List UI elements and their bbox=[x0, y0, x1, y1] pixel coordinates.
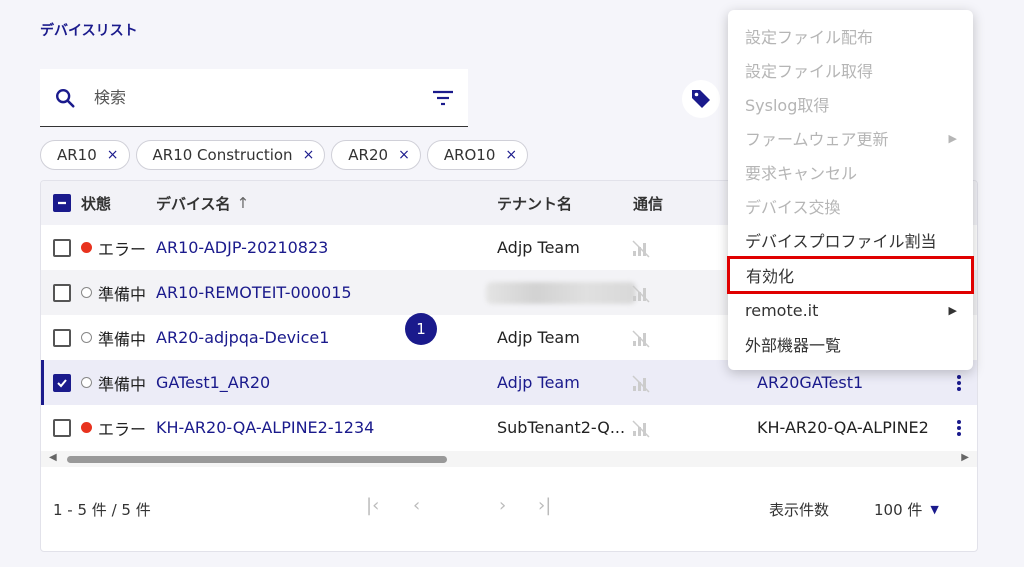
first-page-icon[interactable]: |‹ bbox=[366, 495, 379, 516]
menu-item-label: 設定ファイル取得 bbox=[745, 62, 874, 81]
signal-off-icon bbox=[631, 270, 651, 315]
tag-icon bbox=[692, 90, 710, 108]
menu-item-label: remote.it bbox=[745, 300, 819, 320]
sort-arrow-icon: ↑ bbox=[236, 194, 250, 212]
status-text: エラー bbox=[98, 419, 147, 439]
menu-item-external-devices[interactable]: 外部機器一覧 bbox=[728, 327, 973, 361]
signal-off-icon bbox=[631, 315, 651, 360]
context-menu: 設定ファイル配布 設定ファイル取得 Syslog取得 ファームウェア更新 ▶ 要求… bbox=[727, 10, 974, 370]
header-tenant[interactable]: テナント名 bbox=[497, 181, 572, 225]
filter-chips: AR10 × AR10 Construction × AR20 × ARO10 × bbox=[40, 140, 529, 170]
header-comm[interactable]: 通信 bbox=[633, 181, 663, 225]
chip-label: AR10 bbox=[57, 146, 97, 164]
signal-off-icon bbox=[631, 405, 651, 450]
chip-label: AR10 Construction bbox=[152, 146, 293, 164]
close-icon[interactable]: × bbox=[107, 147, 119, 163]
preparing-status-icon bbox=[81, 377, 92, 388]
search-bar bbox=[40, 69, 468, 127]
current-page-button[interactable]: 1 bbox=[405, 313, 437, 345]
menu-item-label: 外部機器一覧 bbox=[745, 336, 842, 355]
tenant-text: Adjp Team bbox=[497, 238, 580, 257]
tag-button[interactable] bbox=[682, 80, 720, 118]
chip-label: ARO10 bbox=[443, 146, 496, 164]
menu-item-assign-profile[interactable]: デバイスプロファイル割当 bbox=[728, 223, 973, 257]
status-text: 準備中 bbox=[98, 329, 147, 349]
next-page-icon[interactable]: › bbox=[499, 495, 506, 516]
filter-chip[interactable]: AR10 Construction × bbox=[135, 140, 326, 170]
horizontal-scrollbar[interactable]: ◀ ▶ bbox=[41, 451, 977, 467]
chip-label: AR20 bbox=[348, 146, 389, 164]
menu-item-distribute-config[interactable]: 設定ファイル配布 bbox=[728, 19, 973, 53]
menu-item-label: 有効化 bbox=[746, 267, 795, 286]
submenu-arrow-icon: ▶ bbox=[948, 131, 957, 145]
submenu-arrow-icon: ▶ bbox=[948, 303, 957, 317]
profile-text: KH-AR20-QA-ALPINE2 bbox=[757, 418, 929, 437]
device-link[interactable]: KH-AR20-QA-ALPINE2-1234 bbox=[156, 405, 374, 450]
error-status-icon bbox=[81, 242, 92, 253]
search-icon bbox=[56, 88, 75, 108]
scroll-right-icon[interactable]: ▶ bbox=[961, 452, 969, 463]
scrollbar-thumb[interactable] bbox=[67, 456, 447, 463]
header-device-name-label: デバイス名 bbox=[156, 194, 231, 213]
search-input[interactable] bbox=[94, 88, 432, 107]
filter-icon[interactable] bbox=[432, 90, 454, 106]
tenant-text: SubTenant2-Q... bbox=[497, 418, 626, 437]
row-checkbox[interactable] bbox=[53, 373, 71, 392]
menu-item-label: Syslog取得 bbox=[745, 96, 830, 115]
close-icon[interactable]: × bbox=[398, 147, 410, 163]
record-range: 1 - 5 件 / 5 件 bbox=[53, 501, 151, 519]
device-link[interactable]: GATest1_AR20 bbox=[156, 360, 270, 405]
tenant-link[interactable]: Adjp Team bbox=[497, 360, 580, 405]
menu-item-activate[interactable]: 有効化 bbox=[727, 256, 974, 294]
menu-item-label: 要求キャンセル bbox=[745, 164, 858, 183]
preparing-status-icon bbox=[81, 332, 92, 343]
device-link[interactable]: AR10-ADJP-20210823 bbox=[156, 225, 328, 270]
select-all-checkbox[interactable] bbox=[53, 194, 71, 212]
page-size-value: 100 件 bbox=[874, 501, 923, 519]
menu-item-label: ファームウェア更新 bbox=[745, 130, 889, 149]
scroll-left-icon[interactable]: ◀ bbox=[49, 452, 57, 463]
prev-page-icon[interactable]: ‹ bbox=[413, 495, 420, 516]
header-status[interactable]: 状態 bbox=[81, 181, 111, 225]
redacted-tenant bbox=[486, 281, 636, 304]
status-text: 準備中 bbox=[98, 284, 147, 304]
filter-chip[interactable]: AR10 × bbox=[40, 140, 130, 170]
device-link[interactable]: AR20-adjpqa-Device1 bbox=[156, 315, 329, 360]
page-size-label: 表示件数 bbox=[769, 501, 830, 519]
menu-item-syslog[interactable]: Syslog取得 bbox=[728, 87, 973, 121]
filter-chip[interactable]: ARO10 × bbox=[426, 140, 529, 170]
row-checkbox[interactable] bbox=[53, 283, 71, 302]
menu-item-device-swap[interactable]: デバイス交換 bbox=[728, 189, 973, 223]
error-status-icon bbox=[81, 422, 92, 433]
caret-down-icon: ▼ bbox=[930, 503, 939, 516]
status-text: 準備中 bbox=[98, 374, 147, 394]
menu-item-get-config[interactable]: 設定ファイル取得 bbox=[728, 53, 973, 87]
page-size-select[interactable]: 100 件 ▼ bbox=[874, 499, 939, 520]
close-icon[interactable]: × bbox=[303, 147, 315, 163]
menu-item-firmware-update[interactable]: ファームウェア更新 ▶ bbox=[728, 121, 973, 155]
device-link[interactable]: AR10-REMOTEIT-000015 bbox=[156, 270, 352, 315]
row-checkbox[interactable] bbox=[53, 328, 71, 347]
more-vert-icon[interactable] bbox=[956, 405, 962, 450]
signal-off-icon bbox=[631, 360, 651, 405]
menu-item-remote-it[interactable]: remote.it ▶ bbox=[728, 293, 973, 327]
table-footer: 1 - 5 件 / 5 件 |‹ ‹ › ›| 表示件数 100 件 ▼ bbox=[41, 481, 977, 541]
filter-chip[interactable]: AR20 × bbox=[331, 140, 421, 170]
menu-item-cancel-request[interactable]: 要求キャンセル bbox=[728, 155, 973, 189]
menu-item-label: デバイスプロファイル割当 bbox=[745, 232, 937, 251]
table-row[interactable]: エラー KH-AR20-QA-ALPINE2-1234 SubTenant2-Q… bbox=[41, 405, 977, 450]
tenant-text: Adjp Team bbox=[497, 328, 580, 347]
preparing-status-icon bbox=[81, 287, 92, 298]
page-title: デバイスリスト bbox=[40, 23, 138, 39]
menu-item-label: デバイス交換 bbox=[745, 198, 841, 217]
header-device-name[interactable]: デバイス名 ↑ bbox=[156, 181, 249, 225]
menu-item-label: 設定ファイル配布 bbox=[745, 28, 874, 47]
row-checkbox[interactable] bbox=[53, 418, 71, 437]
row-checkbox[interactable] bbox=[53, 238, 71, 257]
status-text: エラー bbox=[98, 239, 147, 259]
close-icon[interactable]: × bbox=[505, 147, 517, 163]
signal-off-icon bbox=[631, 225, 651, 270]
last-page-icon[interactable]: ›| bbox=[538, 495, 551, 516]
